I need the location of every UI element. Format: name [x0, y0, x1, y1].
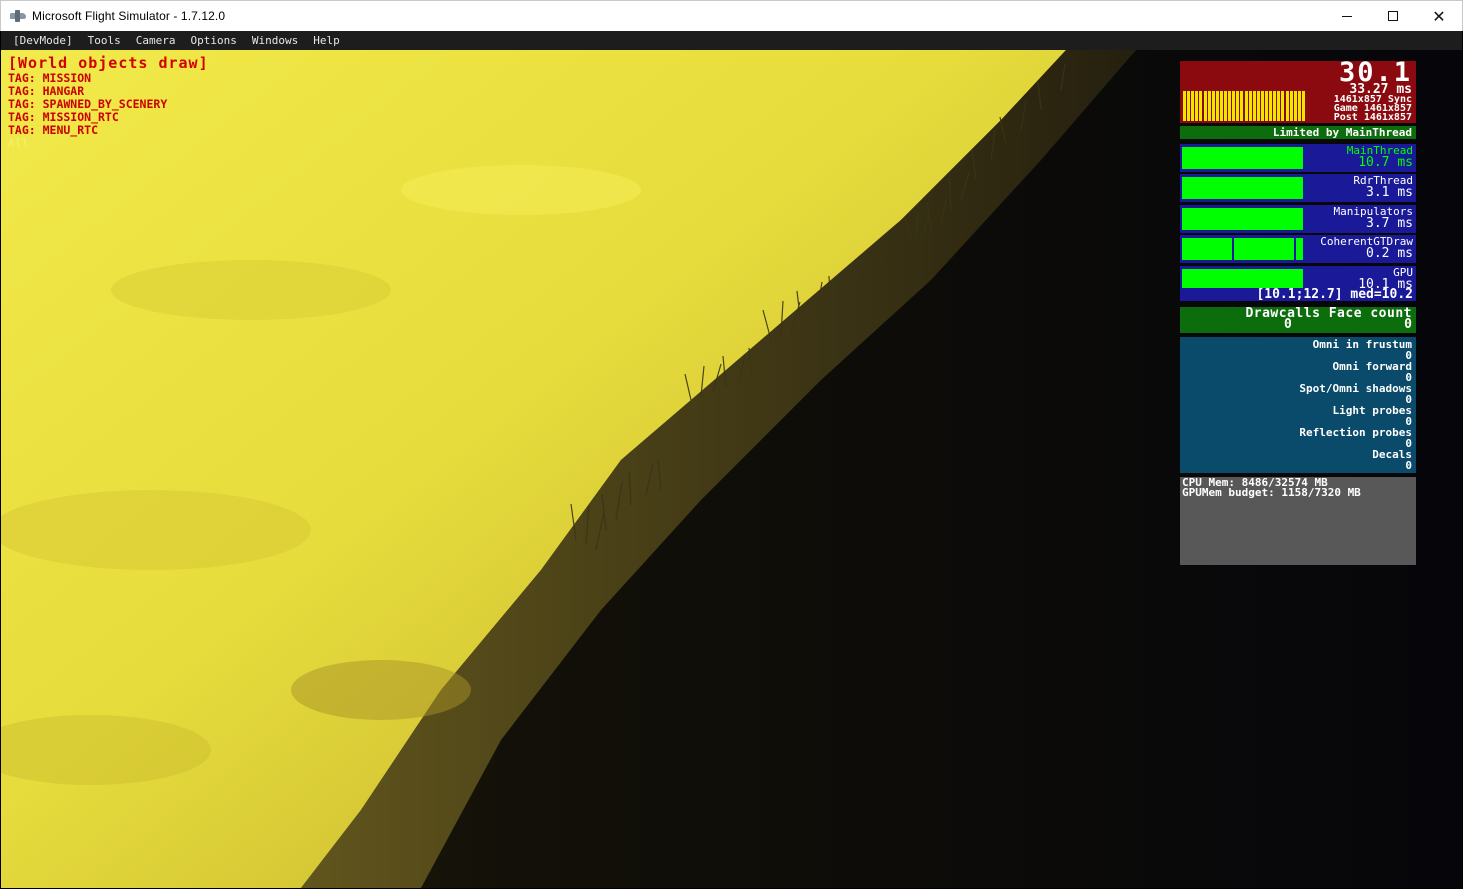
- frame-time-bar: [1260, 91, 1264, 121]
- thread-value: 3.7 ms: [1366, 216, 1413, 231]
- frame-time-bar: [1195, 91, 1199, 121]
- frame-time-bar: [1236, 91, 1240, 121]
- thread-row: RdrThread 3.1 ms: [1180, 174, 1416, 202]
- lights-label: Decals: [1372, 448, 1412, 461]
- overlay-all[interactable]: All: [8, 137, 209, 150]
- menu-tools[interactable]: Tools: [88, 34, 121, 47]
- frame-time-bar: [1187, 91, 1191, 121]
- frame-time-bar: [1183, 91, 1186, 121]
- lights-label: Reflection probes: [1299, 426, 1412, 439]
- frame-time-bar: [1273, 91, 1277, 121]
- menu-devmode[interactable]: [DevMode]: [13, 34, 73, 47]
- thread-value: 3.1 ms: [1366, 185, 1413, 200]
- drawcalls-header: Drawcalls Face count: [1245, 306, 1412, 321]
- menu-camera[interactable]: Camera: [136, 34, 176, 47]
- frame-time-bar: [1240, 91, 1244, 121]
- thread-row: Manipulators 3.7 ms: [1180, 205, 1416, 233]
- menu-options[interactable]: Options: [190, 34, 236, 47]
- lights-label: Spot/Omni shadows: [1299, 382, 1412, 395]
- frame-time-bar: [1203, 91, 1207, 121]
- bar-separator: [1232, 238, 1234, 260]
- frame-time-bar: [1281, 91, 1285, 121]
- frame-time-bar: [1199, 91, 1203, 121]
- drawcalls-value: 0: [1284, 317, 1292, 332]
- frame-time-bar: [1215, 91, 1219, 121]
- frame-time-bar: [1256, 91, 1260, 121]
- menu-windows[interactable]: Windows: [252, 34, 298, 47]
- window-title: Microsoft Flight Simulator - 1.7.12.0: [32, 9, 226, 23]
- drawcalls-panel: Drawcalls Face count 0 0: [1180, 307, 1416, 333]
- thread-time-bar: [1182, 177, 1303, 199]
- dev-menu-bar: [DevMode] Tools Camera Options Windows H…: [1, 31, 1462, 50]
- frame-time-bar: [1265, 91, 1268, 121]
- frame-time-bar: [1301, 91, 1305, 121]
- window-title-bar[interactable]: Microsoft Flight Simulator - 1.7.12.0 ✕: [0, 0, 1463, 31]
- frame-time-bar: [1285, 91, 1289, 121]
- frame-time-bar: [1293, 91, 1297, 121]
- lights-label: Light probes: [1332, 404, 1412, 417]
- overlay-title: [World objects draw]: [8, 54, 209, 72]
- maximize-icon: [1388, 11, 1398, 21]
- minimize-icon: [1342, 15, 1352, 17]
- bar-separator: [1294, 238, 1296, 260]
- overlay-tag[interactable]: TAG: MENU_RTC: [8, 124, 209, 137]
- frame-time-bar: [1252, 91, 1256, 121]
- frame-time-bar: [1191, 91, 1195, 121]
- frame-time-bar: [1224, 91, 1227, 121]
- world-objects-overlay: [World objects draw] TAG: MISSION TAG: H…: [8, 55, 209, 150]
- fps-panel: 30.1 33.27 ms 1461x857 Sync Game 1461x85…: [1180, 59, 1416, 123]
- lights-label: Omni forward: [1332, 360, 1412, 373]
- thread-time-bar: [1182, 208, 1303, 230]
- thread-row: MainThread 10.7 ms: [1180, 144, 1416, 172]
- thread-time-bar: [1182, 147, 1303, 169]
- close-button[interactable]: ✕: [1416, 1, 1462, 31]
- lights-panel: Omni in frustum 0 Omni forward 0 Spot/Om…: [1180, 337, 1416, 473]
- frame-time-graph: [1183, 91, 1307, 121]
- airplane-icon: [10, 10, 26, 22]
- frame-time-bar: [1248, 91, 1252, 121]
- menu-help[interactable]: Help: [313, 34, 340, 47]
- frame-time-bar: [1297, 91, 1301, 121]
- lights-label: Omni in frustum: [1312, 338, 1412, 351]
- close-icon: ✕: [1432, 6, 1446, 26]
- lights-value: 0: [1405, 459, 1412, 472]
- frame-time-bar: [1277, 91, 1281, 121]
- frame-time-bar: [1228, 91, 1232, 121]
- thread-time-bar: [1182, 238, 1303, 260]
- thread-row: CoherentGTDraw 0.2 ms: [1180, 235, 1416, 263]
- frame-time-bar: [1244, 91, 1248, 121]
- limited-by-label: Limited by MainThread: [1180, 126, 1416, 139]
- frame-time-bar: [1219, 91, 1223, 121]
- gpu-mem: GPUMem budget: 1158/7320 MB: [1182, 486, 1361, 499]
- thread-value: 0.2 ms: [1366, 246, 1413, 261]
- memory-panel: CPU Mem: 8486/32574 MB GPUMem budget: 11…: [1180, 477, 1416, 565]
- thread-value: 10.7 ms: [1358, 155, 1413, 170]
- frame-time-bar: [1269, 91, 1273, 121]
- frame-time-bar: [1211, 91, 1215, 121]
- face-count-value: 0: [1404, 317, 1412, 332]
- frame-time-bar: [1207, 91, 1211, 121]
- frame-time-bar: [1232, 91, 1236, 121]
- frame-time-bar: [1289, 91, 1293, 121]
- maximize-button[interactable]: [1370, 1, 1416, 31]
- gpu-range: [10.1;12.7] med=10.2: [1180, 288, 1416, 301]
- minimize-button[interactable]: [1324, 1, 1370, 31]
- post-resolution: Post 1461x857: [1333, 112, 1412, 123]
